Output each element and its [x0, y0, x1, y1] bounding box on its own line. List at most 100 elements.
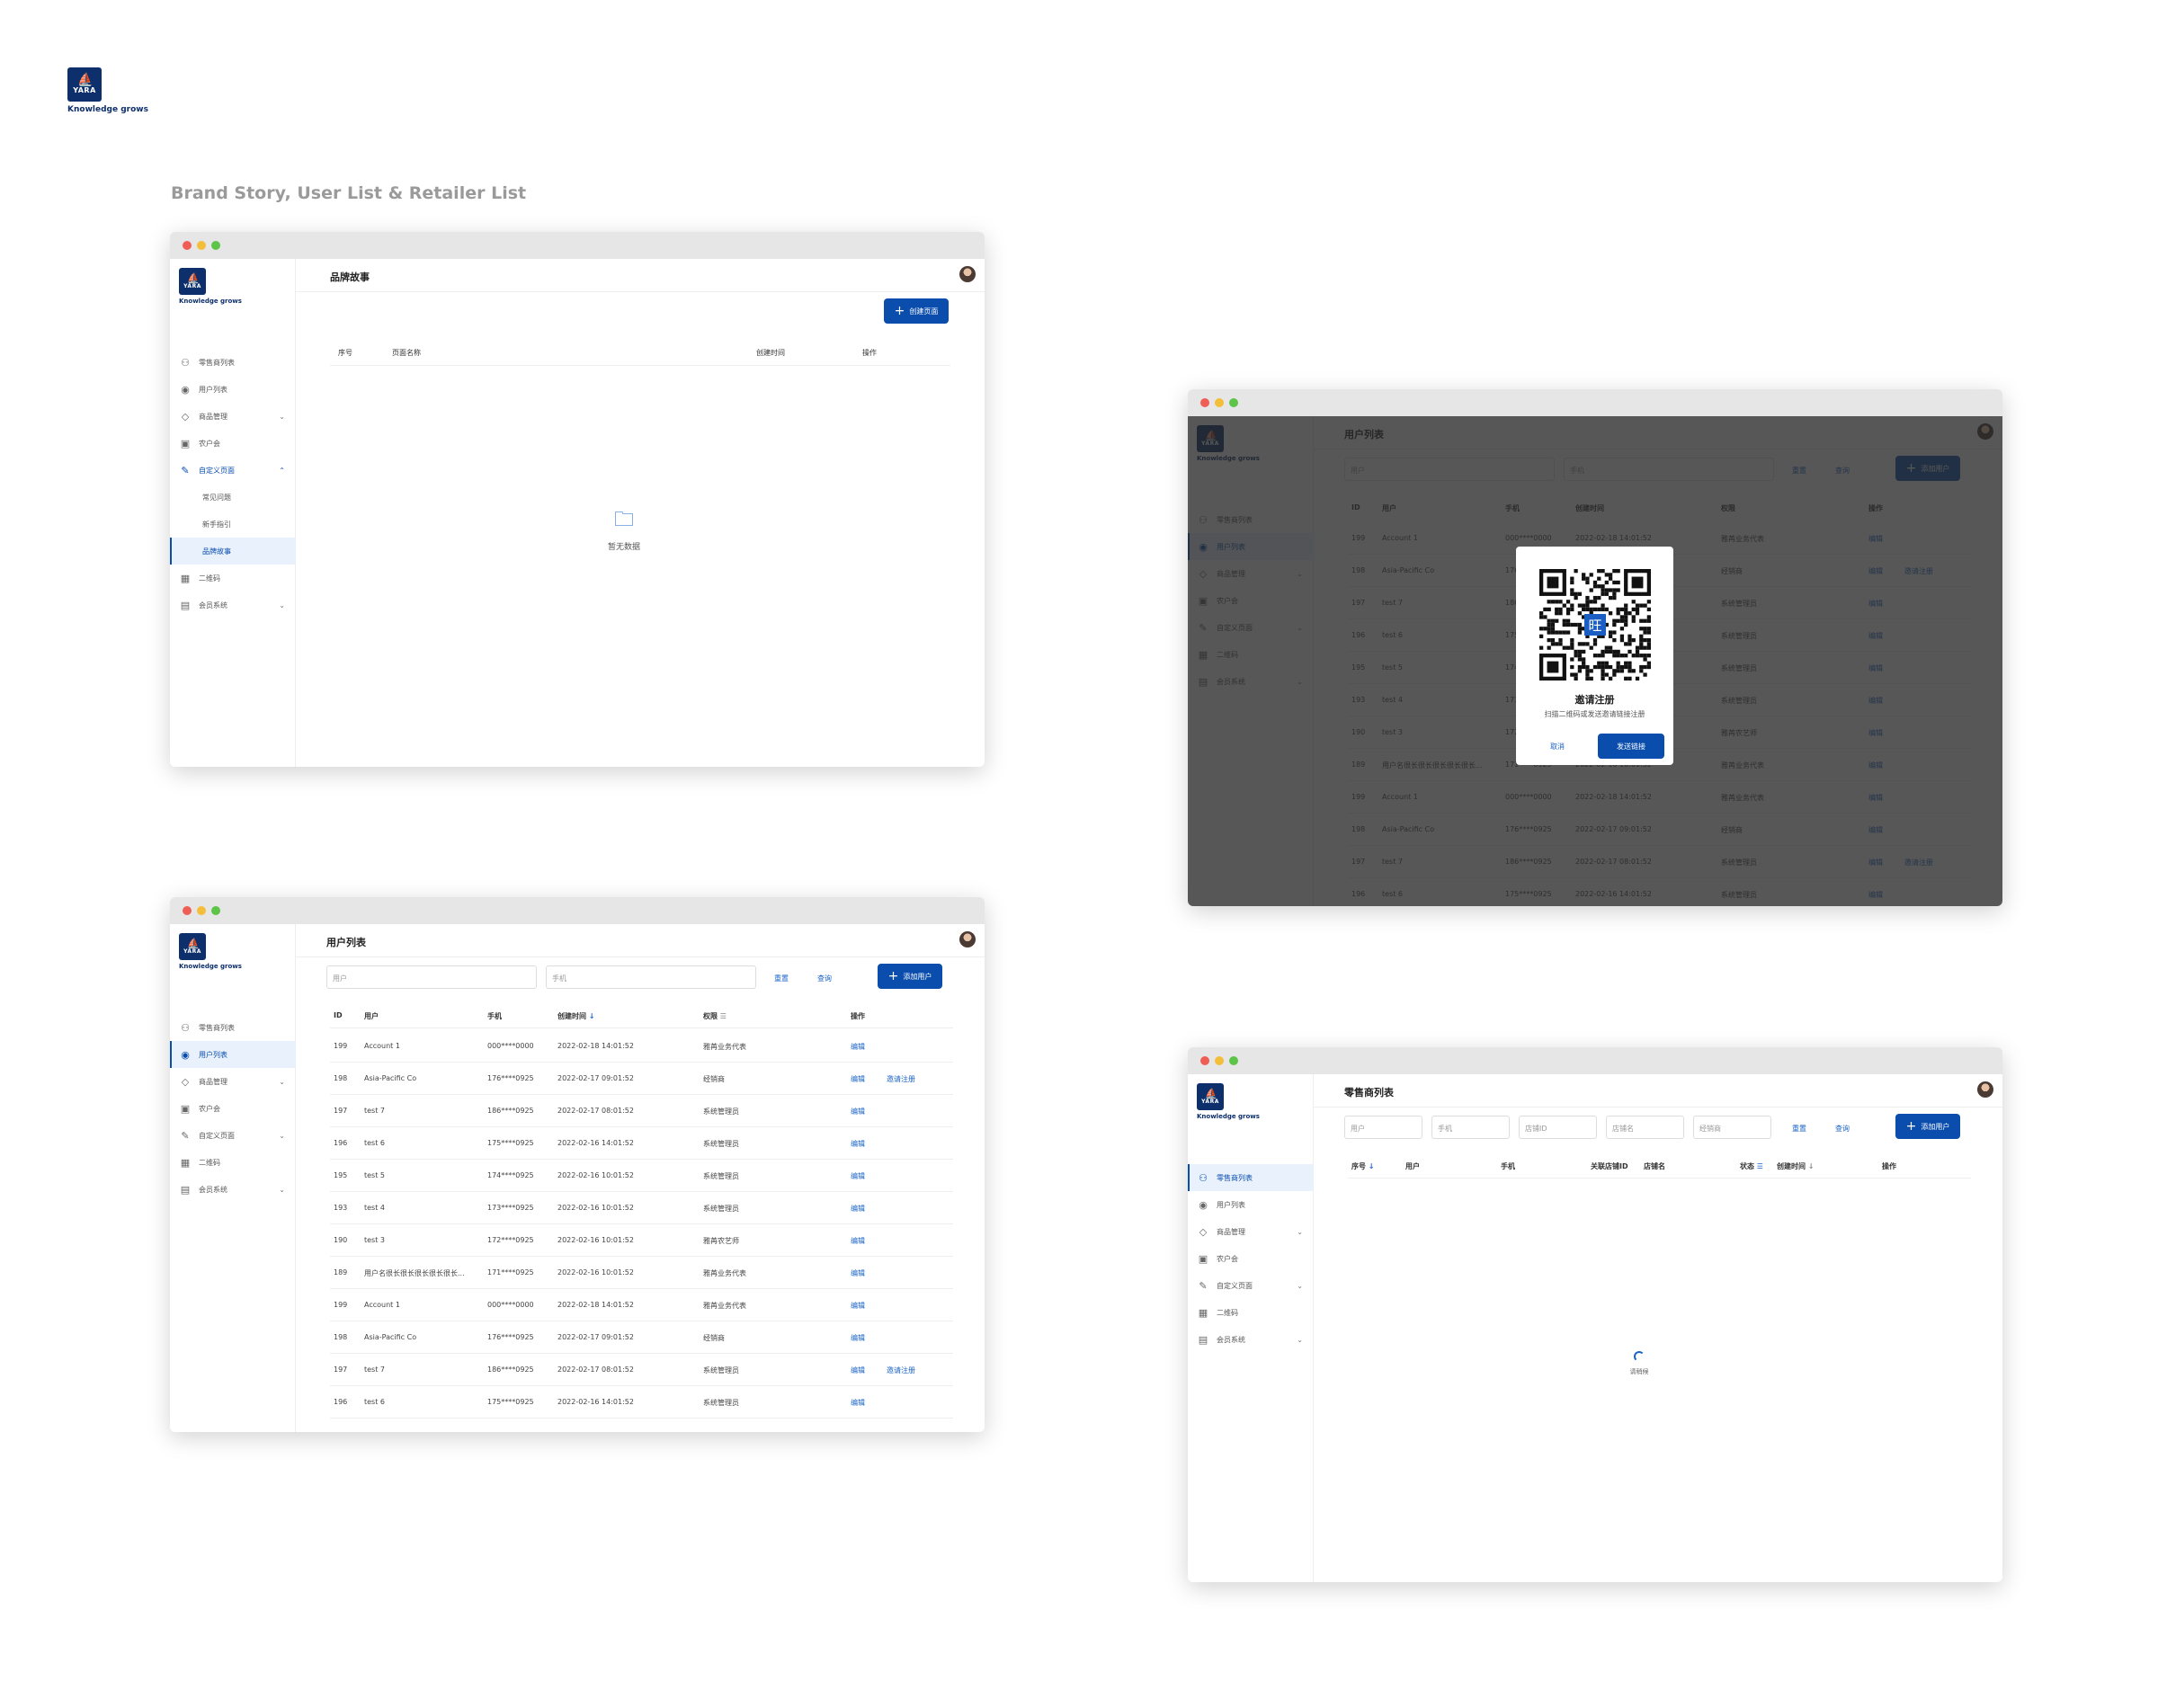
query-button[interactable]: 查询 [817, 974, 832, 983]
edit-link[interactable]: 编辑 [851, 1107, 865, 1116]
avatar[interactable] [1977, 1081, 1993, 1098]
edit-link[interactable]: 编辑 [851, 1236, 865, 1246]
minimize-dot[interactable] [197, 906, 206, 915]
edit-link[interactable]: 编辑 [851, 1139, 865, 1149]
filter-phone-input[interactable]: 手机 [1431, 1116, 1510, 1139]
sidebar-subitem-brand-story[interactable]: 品牌故事 [170, 538, 296, 565]
create-page-button[interactable]: + 创建页面 [884, 298, 949, 324]
maximize-dot[interactable] [211, 241, 220, 250]
edit-link[interactable]: 编辑 [851, 1204, 865, 1214]
filter-dealer-input[interactable]: 经销商 [1693, 1116, 1771, 1139]
modal-subtitle: 扫描二维码或发送邀请链接注册 [1544, 710, 1645, 718]
filter-user-input[interactable]: 用户 [1344, 1116, 1422, 1139]
cell-role: 雅苒农艺师 [703, 1237, 739, 1245]
sidebar-subitem-faq[interactable]: 常见问题 [170, 484, 296, 511]
column-header-index[interactable]: 序号 ↓ [1351, 1161, 1375, 1171]
invite-register-link[interactable]: 邀请注册 [887, 1366, 915, 1375]
sidebar-item-qrcode[interactable]: ▦二维码 [170, 1149, 296, 1176]
cell-id: 196 [334, 1139, 348, 1147]
avatar[interactable] [959, 266, 976, 282]
cell-id: 195 [334, 1171, 348, 1179]
empty-text: 暂无数据 [607, 543, 640, 552]
cell-phone: 174****0925 [487, 1171, 534, 1179]
sidebar-item-users[interactable]: ◉用户列表 [170, 1041, 296, 1068]
edit-link[interactable]: 编辑 [851, 1301, 865, 1311]
send-link-button[interactable]: 发送链接 [1598, 734, 1664, 759]
window-invite-modal: ⛵YARA Knowledge grows ⚇零售商列表 ◉用户列表 ◇商品管理… [1188, 389, 2002, 906]
sort-arrow-icon[interactable]: ↓ [1369, 1162, 1375, 1170]
phone-input[interactable]: 手机 [546, 965, 756, 989]
sidebar-item-custom-pages[interactable]: ✎自定义页面⌄ [1188, 1272, 1314, 1299]
sidebar-item-custom-pages[interactable]: ✎自定义页面⌄ [170, 1122, 296, 1149]
close-dot[interactable] [1200, 1056, 1209, 1065]
sidebar-item-qrcode[interactable]: ▦二维码 [1188, 1299, 1314, 1326]
close-dot[interactable] [183, 906, 192, 915]
sort-arrow-icon[interactable]: ↓ [589, 1012, 595, 1020]
sidebar-item-membership[interactable]: ▤会员系统⌄ [1188, 1326, 1314, 1353]
column-header-created[interactable]: 创建时间 ↓ [557, 1011, 595, 1021]
sidebar-item-farmer-club[interactable]: ▣农户会 [170, 1095, 296, 1122]
sidebar-item-retailers[interactable]: ⚇零售商列表 [170, 349, 296, 376]
sidebar-item-custom-pages[interactable]: ✎ 自定义页面 ⌃ [170, 457, 296, 484]
edit-link[interactable]: 编辑 [851, 1074, 865, 1084]
cell-user: test 6 [364, 1398, 385, 1406]
sidebar-logo[interactable]: ⛵YARA Knowledge grows [179, 933, 242, 970]
cell-phone: 175****0925 [487, 1398, 534, 1406]
sidebar-item-products[interactable]: ◇商品管理⌄ [170, 1068, 296, 1095]
add-user-button[interactable]: +添加用户 [878, 964, 942, 989]
sidebar-item-farmer-club[interactable]: ▣农户会 [170, 430, 296, 457]
column-header: 序号 [338, 349, 352, 357]
maximize-dot[interactable] [1229, 398, 1238, 407]
filter-store-name-input[interactable]: 店铺名 [1606, 1116, 1684, 1139]
table-divider [330, 365, 950, 366]
sidebar-item-qrcode[interactable]: ▦二维码 [170, 565, 296, 592]
sidebar-item-membership[interactable]: ▤会员系统⌄ [170, 592, 296, 618]
logo-word: YARA [73, 86, 96, 94]
filter-icon[interactable]: ☰ [1757, 1162, 1763, 1170]
minimize-dot[interactable] [1215, 398, 1224, 407]
close-dot[interactable] [183, 241, 192, 250]
minimize-dot[interactable] [1215, 1056, 1224, 1065]
cell-created: 2022-02-17 09:01:52 [557, 1333, 634, 1341]
sidebar-item-users[interactable]: ◉用户列表 [1188, 1191, 1314, 1218]
user-input[interactable]: 用户 [326, 965, 537, 989]
column-header: 用户 [1405, 1162, 1420, 1170]
cancel-button[interactable]: 取消 [1550, 742, 1565, 752]
edit-link[interactable]: 编辑 [851, 1171, 865, 1181]
filter-store-id-input[interactable]: 店铺ID [1519, 1116, 1597, 1139]
column-header: 创建时间 [756, 349, 785, 357]
sidebar-item-users[interactable]: ◉用户列表 [170, 376, 296, 403]
query-button[interactable]: 查询 [1835, 1124, 1850, 1134]
sidebar-item-products[interactable]: ◇商品管理⌄ [170, 403, 296, 430]
avatar[interactable] [959, 931, 976, 947]
edit-link[interactable]: 编辑 [851, 1268, 865, 1278]
invite-register-link[interactable]: 邀请注册 [887, 1074, 915, 1084]
add-user-button[interactable]: +添加用户 [1895, 1114, 1960, 1139]
minimize-dot[interactable] [197, 241, 206, 250]
edit-link[interactable]: 编辑 [851, 1398, 865, 1408]
filter-icon[interactable]: ☰ [720, 1012, 727, 1020]
sidebar-item-retailers[interactable]: ⚇零售商列表 [170, 1014, 296, 1041]
sidebar-item-farmer-club[interactable]: ▣农户会 [1188, 1245, 1314, 1272]
maximize-dot[interactable] [1229, 1056, 1238, 1065]
qrcode-icon: ▦ [180, 1156, 191, 1169]
maximize-dot[interactable] [211, 906, 220, 915]
sidebar-logo[interactable]: ⛵YARA Knowledge grows [1197, 1083, 1260, 1120]
sort-arrow-icon[interactable]: ↓ [1808, 1162, 1815, 1170]
sidebar-item-products[interactable]: ◇商品管理⌄ [1188, 1218, 1314, 1245]
sidebar-subitem-guide[interactable]: 新手指引 [170, 511, 296, 538]
cell-role: 系统管理员 [703, 1108, 739, 1116]
close-dot[interactable] [1200, 398, 1209, 407]
sidebar-item-retailers[interactable]: ⚇零售商列表 [1188, 1164, 1314, 1191]
reset-button[interactable]: 重置 [1792, 1124, 1806, 1134]
reset-button[interactable]: 重置 [774, 974, 789, 983]
edit-link[interactable]: 编辑 [851, 1042, 865, 1052]
column-header-created[interactable]: 创建时间 ↓ [1777, 1161, 1815, 1171]
column-header-status[interactable]: 状态 ☰ [1740, 1161, 1763, 1171]
sidebar-logo[interactable]: ⛵YARA Knowledge grows [179, 268, 242, 305]
edit-link[interactable]: 编辑 [851, 1366, 865, 1375]
cell-phone: 000****0000 [487, 1301, 534, 1309]
edit-link[interactable]: 编辑 [851, 1333, 865, 1343]
column-header-role[interactable]: 权限 ☰ [703, 1011, 727, 1021]
sidebar-item-membership[interactable]: ▤会员系统⌄ [170, 1176, 296, 1203]
